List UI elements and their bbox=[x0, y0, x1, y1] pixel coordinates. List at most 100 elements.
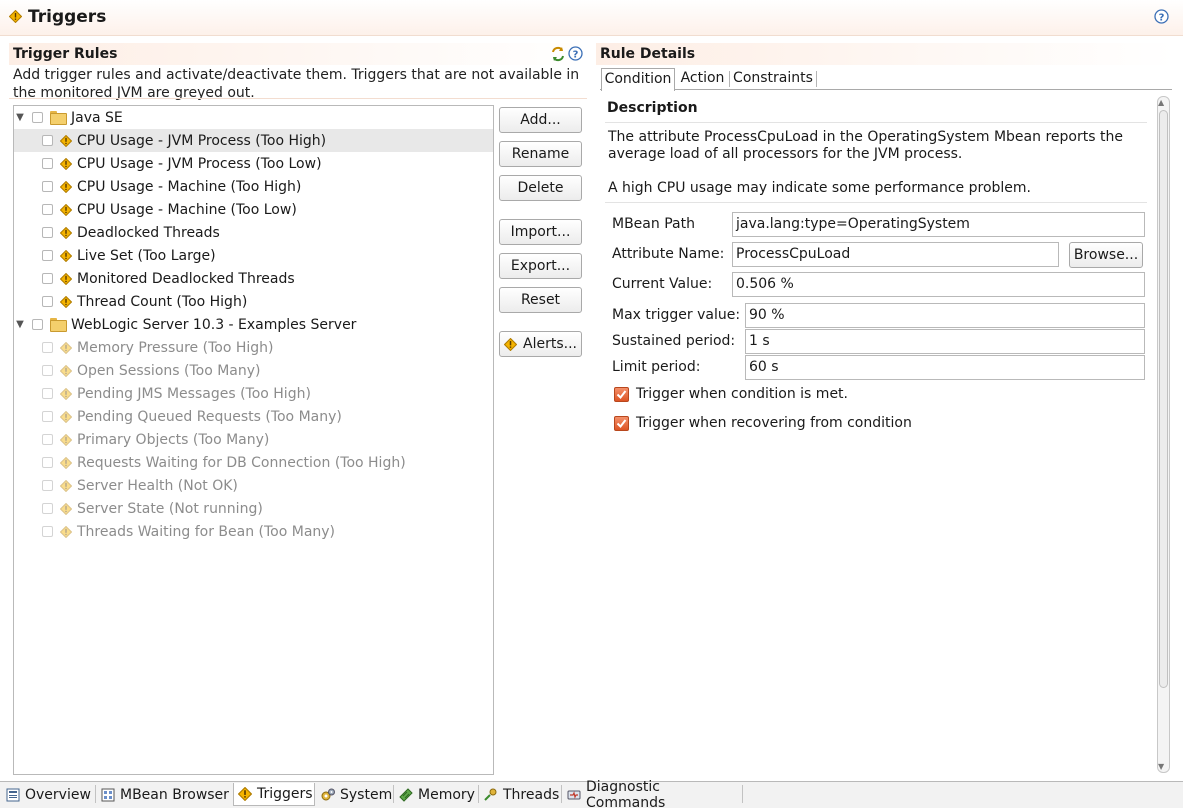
description-text: The attribute ProcessCpuLoad in the Oper… bbox=[608, 129, 1123, 162]
warning-icon bbox=[60, 272, 72, 285]
rule-checkbox[interactable] bbox=[42, 158, 53, 169]
tree-item-label: Pending Queued Requests (Too Many) bbox=[77, 408, 342, 425]
tree-item[interactable]: CPU Usage - JVM Process (Too Low) bbox=[14, 152, 493, 175]
rule-details-title: Rule Details bbox=[600, 46, 696, 62]
description-title: Description bbox=[607, 100, 698, 116]
divider bbox=[605, 202, 1147, 203]
tab-label: Triggers bbox=[257, 786, 313, 802]
warning-icon bbox=[60, 295, 72, 308]
mbean-browser-icon bbox=[101, 788, 115, 801]
rule-checkbox bbox=[42, 411, 53, 422]
mbean-path-field[interactable]: java.lang:type=OperatingSystem bbox=[732, 212, 1145, 237]
sustained-period-field[interactable]: 1 s bbox=[745, 329, 1145, 354]
tree-item-label: CPU Usage - JVM Process (Too Low) bbox=[77, 155, 322, 172]
tab-overview[interactable]: Overview bbox=[2, 783, 94, 806]
tree-item[interactable]: Deadlocked Threads bbox=[14, 221, 493, 244]
tab-diagnostic-commands[interactable]: Diagnostic Commands bbox=[563, 779, 741, 811]
import-button[interactable]: Import... bbox=[499, 219, 582, 245]
warning-icon bbox=[9, 10, 22, 23]
tree-item-label: Server Health (Not OK) bbox=[77, 477, 238, 494]
tree-item: Server State (Not running) bbox=[14, 497, 493, 520]
tree-item-label: Open Sessions (Too Many) bbox=[77, 362, 261, 379]
tree-item[interactable]: Thread Count (Too High) bbox=[14, 290, 493, 313]
rule-checkbox[interactable] bbox=[42, 181, 53, 192]
threads-icon bbox=[484, 788, 497, 801]
tree-item[interactable]: Monitored Deadlocked Threads bbox=[14, 267, 493, 290]
tab-triggers[interactable]: Triggers bbox=[233, 783, 315, 806]
trigger-rules-title: Trigger Rules bbox=[13, 46, 118, 62]
tree-item[interactable]: CPU Usage - JVM Process (Too High) bbox=[14, 129, 493, 152]
delete-button[interactable]: Delete bbox=[499, 175, 582, 201]
attribute-name-field[interactable]: ProcessCpuLoad bbox=[732, 242, 1059, 267]
tab-label: Memory bbox=[418, 786, 475, 803]
scroll-down-icon[interactable]: ▼ bbox=[1158, 762, 1164, 771]
help-icon[interactable]: ? bbox=[1154, 9, 1169, 24]
warning-icon bbox=[60, 479, 72, 492]
tab-mbean-browser[interactable]: MBean Browser bbox=[97, 783, 231, 806]
rule-checkbox[interactable] bbox=[42, 296, 53, 307]
reset-button[interactable]: Reset bbox=[499, 287, 582, 313]
rule-checkbox bbox=[42, 388, 53, 399]
add-button[interactable]: Add... bbox=[499, 107, 582, 133]
expand-arrow-icon[interactable]: ▼ bbox=[14, 319, 26, 330]
tab-label: Threads bbox=[503, 786, 560, 803]
limit-period-field[interactable]: 60 s bbox=[745, 355, 1145, 380]
tab-action[interactable]: Action bbox=[677, 68, 728, 90]
warning-icon bbox=[60, 180, 72, 193]
tree-item[interactable]: CPU Usage - Machine (Too Low) bbox=[14, 198, 493, 221]
warning-icon bbox=[60, 387, 72, 400]
help-icon[interactable]: ? bbox=[568, 46, 583, 61]
scrollbar-thumb[interactable] bbox=[1159, 110, 1168, 688]
group-checkbox[interactable] bbox=[32, 112, 43, 123]
tree-item[interactable]: CPU Usage - Machine (Too High) bbox=[14, 175, 493, 198]
mbean-path-label: MBean Path bbox=[612, 216, 695, 232]
tab-constraints[interactable]: Constraints bbox=[731, 68, 815, 90]
tab-memory[interactable]: Memory bbox=[395, 783, 477, 806]
tree-group-java-se[interactable]: ▼ Java SE bbox=[14, 106, 493, 129]
tree-item-label: Primary Objects (Too Many) bbox=[77, 431, 270, 448]
description-text: A high CPU usage may indicate some perfo… bbox=[608, 180, 1031, 196]
tab-separator bbox=[393, 785, 394, 803]
trigger-rules-tree[interactable]: ▼ Java SE CPU Usage - JVM Process (Too H… bbox=[13, 105, 494, 775]
max-trigger-field[interactable]: 90 % bbox=[745, 303, 1145, 328]
warning-icon bbox=[504, 337, 517, 351]
rule-checkbox bbox=[42, 457, 53, 468]
tree-item: Primary Objects (Too Many) bbox=[14, 428, 493, 451]
warning-icon bbox=[60, 249, 72, 262]
scroll-up-icon[interactable]: ▲ bbox=[1158, 98, 1164, 107]
tab-label: System bbox=[340, 786, 393, 803]
tree-item[interactable]: Live Set (Too Large) bbox=[14, 244, 493, 267]
tab-threads[interactable]: Threads bbox=[480, 783, 560, 806]
rename-button[interactable]: Rename bbox=[499, 141, 582, 167]
tree-group-weblogic[interactable]: ▼ WebLogic Server 10.3 - Examples Server bbox=[14, 313, 493, 336]
rule-details-header: Rule Details bbox=[596, 43, 1176, 65]
trigger-met-checkbox[interactable] bbox=[614, 387, 629, 402]
expand-arrow-icon[interactable]: ▼ bbox=[14, 112, 26, 123]
diagnostic-icon bbox=[567, 790, 581, 799]
trigger-recover-checkbox[interactable] bbox=[614, 416, 629, 431]
warning-icon bbox=[60, 456, 72, 469]
rule-checkbox[interactable] bbox=[42, 250, 53, 261]
export-button[interactable]: Export... bbox=[499, 253, 582, 279]
tab-label: Overview bbox=[25, 786, 91, 803]
rule-checkbox[interactable] bbox=[42, 227, 53, 238]
tree-item-label: Monitored Deadlocked Threads bbox=[77, 270, 295, 287]
group-checkbox[interactable] bbox=[32, 319, 43, 330]
alerts-button[interactable]: Alerts... bbox=[499, 331, 582, 357]
tree-item-label: Live Set (Too Large) bbox=[77, 247, 216, 264]
tree-item: Threads Waiting for Bean (Too Many) bbox=[14, 520, 493, 543]
warning-icon bbox=[60, 364, 72, 377]
trigger-rules-description: Add trigger rules and activate/deactivat… bbox=[13, 67, 580, 101]
rule-checkbox bbox=[42, 480, 53, 491]
tree-item-label: Threads Waiting for Bean (Too Many) bbox=[77, 523, 336, 540]
warning-icon bbox=[60, 433, 72, 446]
rule-checkbox bbox=[42, 503, 53, 514]
tab-system[interactable]: System bbox=[317, 783, 392, 806]
refresh-icon[interactable] bbox=[550, 46, 566, 62]
tab-condition[interactable]: Condition bbox=[601, 68, 675, 91]
warning-icon bbox=[60, 203, 72, 216]
browse-button[interactable]: Browse... bbox=[1069, 242, 1143, 268]
rule-checkbox[interactable] bbox=[42, 204, 53, 215]
rule-checkbox[interactable] bbox=[42, 273, 53, 284]
rule-checkbox[interactable] bbox=[42, 135, 53, 146]
